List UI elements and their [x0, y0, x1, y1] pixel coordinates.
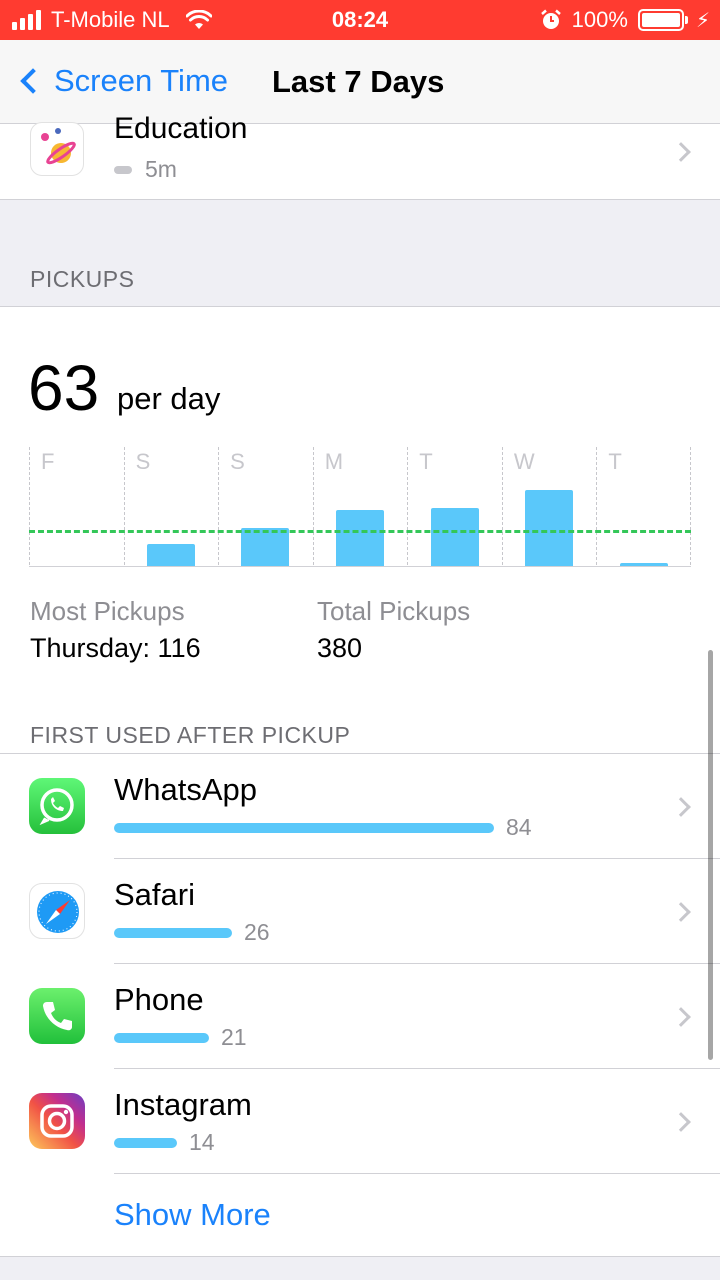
charging-bolt-icon: ⚡: [695, 9, 710, 32]
chart-day-label: S: [135, 449, 151, 474]
app-name: Phone: [114, 982, 204, 1017]
chart-gridline: [501, 447, 503, 565]
app-name: WhatsApp: [114, 772, 258, 807]
app-usage-bar: [114, 928, 232, 938]
usage-bar: [114, 166, 132, 174]
app-pickup-count: 26: [244, 919, 270, 945]
pickups-per-day-unit: per day: [117, 381, 221, 416]
app-pickup-count: 84: [506, 814, 532, 840]
show-more-button[interactable]: Show More: [114, 1197, 271, 1233]
chart-bar: [525, 489, 574, 566]
pickups-card: 63 per day F S S M T W T Most Pickups Thursday…: [0, 306, 720, 1266]
app-name: Safari: [114, 877, 195, 912]
back-button-label: Screen Time: [54, 63, 229, 98]
chevron-right-icon: [671, 902, 691, 922]
total-pickups-value: 380: [317, 633, 363, 663]
divider: [114, 1173, 720, 1174]
back-button[interactable]: Screen Time: [16, 60, 228, 102]
app-name: Instagram: [114, 1087, 252, 1122]
app-row-whatsapp[interactable]: WhatsApp 84: [0, 754, 720, 859]
category-row-education[interactable]: Education 5m: [0, 112, 720, 200]
most-pickups-label: Most Pickups: [30, 596, 185, 626]
battery-icon: [637, 9, 688, 31]
page-title: Last 7 Days: [272, 64, 445, 99]
phone-icon: [29, 988, 85, 1044]
chart-bar: [336, 510, 384, 566]
pickups-bar-chart: FSSMTWT: [29, 447, 691, 567]
pickups-section-header: PICKUPS: [30, 266, 135, 292]
category-time: 5m: [145, 156, 177, 182]
instagram-icon: [29, 1093, 85, 1149]
chevron-right-icon: [671, 1112, 691, 1132]
navigation-bar: Screen Time Last 7 Days: [0, 40, 720, 124]
whatsapp-icon: [29, 778, 85, 834]
most-pickups-value: Thursday: 116: [30, 633, 201, 663]
chart-day-label: M: [324, 449, 344, 474]
category-name: Education: [114, 112, 248, 145]
chevron-right-icon: [671, 1007, 691, 1027]
chevron-right-icon: [671, 797, 691, 817]
chart-gridline: [312, 447, 314, 565]
scrollbar[interactable]: [708, 650, 713, 1060]
app-row-safari[interactable]: Safari 26: [0, 859, 720, 964]
chart-gridline: [29, 447, 30, 565]
app-row-instagram[interactable]: Instagram 14: [0, 1069, 720, 1174]
chart-baseline: [29, 566, 691, 567]
app-pickup-count: 14: [189, 1129, 215, 1155]
chart-gridline: [407, 447, 409, 565]
chart-bar: [430, 507, 479, 566]
app-row-phone[interactable]: Phone 21: [0, 964, 720, 1069]
chart-gridline: [596, 447, 598, 565]
app-usage-bar: [114, 1138, 177, 1148]
total-pickups-label: Total Pickups: [317, 596, 471, 626]
safari-icon: [29, 883, 85, 939]
chevron-left-icon: [20, 68, 46, 94]
chart-day-label: S: [230, 449, 245, 474]
chart-gridline: [218, 447, 220, 565]
chart-average-line: [29, 530, 691, 534]
alarm-icon: [540, 9, 561, 29]
chart-day-label: T: [608, 449, 622, 474]
status-bar: T-Mobile NL 08:24 100% ⚡: [0, 0, 720, 40]
app-usage-bar: [114, 1033, 209, 1043]
chart-bar: [241, 528, 290, 566]
battery-percent: 100%: [571, 7, 628, 32]
chart-gridline: [690, 447, 691, 565]
chart-day-label: F: [41, 449, 55, 474]
chart-bar: [619, 563, 668, 566]
chart-day-label: T: [419, 449, 433, 474]
app-usage-bar: [114, 823, 494, 833]
first-used-section-header: FIRST USED AFTER PICKUP: [30, 722, 351, 748]
education-category-icon: [30, 122, 84, 176]
app-pickup-count: 21: [221, 1024, 247, 1050]
chevron-right-icon[interactable]: [671, 142, 691, 162]
chart-day-label: W: [513, 449, 535, 474]
chart-bar: [146, 544, 195, 566]
section-footer: [0, 1256, 720, 1280]
pickups-per-day-value: 63: [28, 352, 100, 424]
chart-gridline: [123, 447, 125, 565]
